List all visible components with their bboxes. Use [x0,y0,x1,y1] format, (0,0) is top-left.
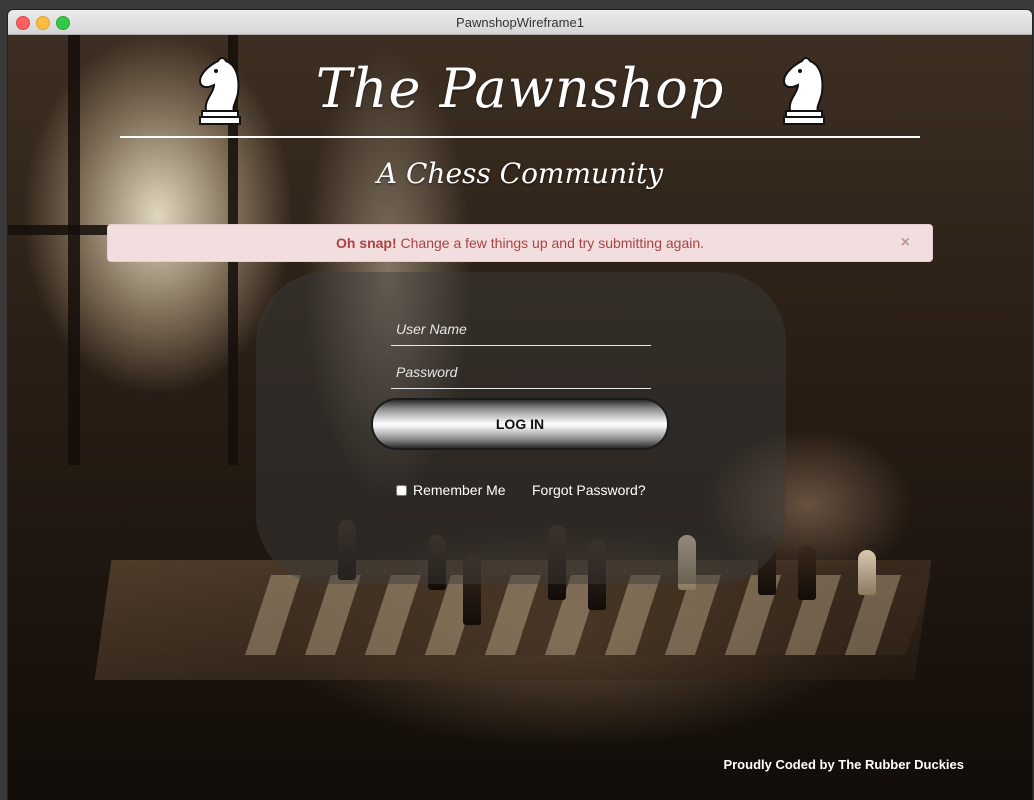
knight-icon [782,57,825,125]
site-title: The Pawnshop [315,57,725,120]
password-field [391,355,651,389]
alert-message: Change a few things up and try submittin… [396,235,705,251]
chess-piece-image [858,550,876,595]
title-divider [120,136,920,138]
login-button[interactable]: LOG IN [371,398,669,450]
chess-piece-image [798,545,816,600]
page-content: The Pawnshop A Chess Community Oh snap! … [8,35,1032,800]
alert-heading: Oh snap! [335,235,397,251]
username-input[interactable] [391,312,651,345]
site-header: The Pawnshop A Chess Community [8,35,1032,215]
remember-me[interactable]: Remember Me [396,482,506,498]
title-bar: PawnshopWireframe1 [8,10,1032,35]
window-title: PawnshopWireframe1 [456,15,584,30]
remember-me-label: Remember Me [413,482,506,498]
error-alert: Oh snap! Change a few things up and try … [107,224,933,262]
password-input[interactable] [391,355,651,388]
site-subtitle: A Chess Community [376,157,664,190]
alert-close-button[interactable]: × [901,225,910,261]
app-window: PawnshopWireframe1 The Pawnshop A Chess … [8,10,1032,800]
footer-credit: Proudly Coded by The Rubber Duckies [723,757,964,772]
username-field [391,312,651,346]
remember-me-checkbox[interactable] [396,484,407,496]
login-card: LOG IN Remember Me Forgot Password? [256,272,786,584]
forgot-password-link[interactable]: Forgot Password? [532,482,646,498]
